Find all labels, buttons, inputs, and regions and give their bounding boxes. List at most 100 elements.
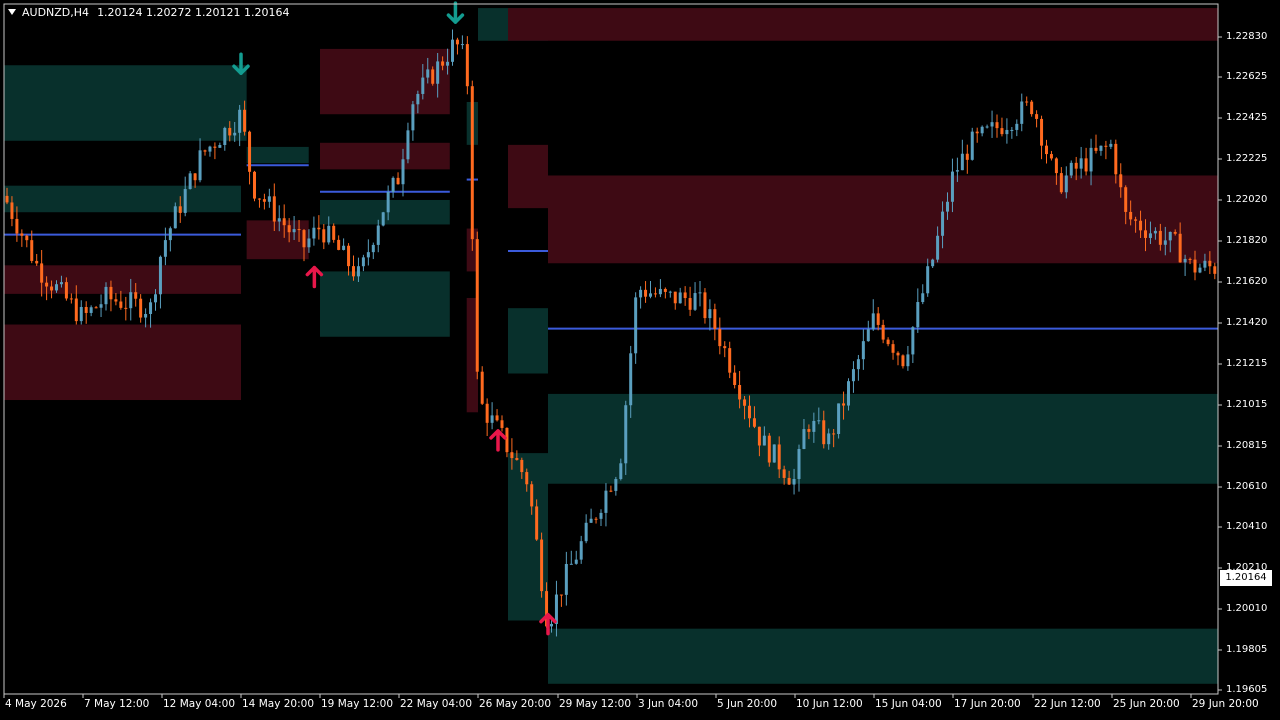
bear-candle — [25, 234, 29, 248]
bear-candle — [891, 340, 895, 360]
supply-zone — [4, 324, 241, 401]
bear-candle — [94, 305, 98, 309]
bear-candle — [703, 288, 707, 324]
bear-candle — [609, 485, 613, 493]
bear-candle — [124, 296, 128, 321]
bull-candle — [579, 535, 583, 564]
bull-candle — [916, 288, 920, 333]
demand-zone — [4, 65, 247, 141]
bull-candle — [218, 142, 222, 148]
bull-candle — [1020, 93, 1024, 132]
buy-arrow-icon — [305, 265, 324, 289]
bull-candle — [89, 305, 93, 317]
bull-candle — [599, 509, 603, 526]
bear-candle — [500, 415, 504, 432]
bear-candle — [262, 193, 266, 210]
bull-candle — [1015, 119, 1019, 137]
bear-candle — [965, 144, 969, 174]
time-axis-label: 4 May 2026 — [5, 698, 67, 710]
dropdown-triangle-icon[interactable] — [8, 9, 16, 15]
bear-candle — [20, 229, 24, 247]
bull-candle — [668, 290, 672, 298]
bear-candle — [881, 319, 885, 344]
demand-zone — [4, 185, 241, 213]
bull-candle — [406, 122, 410, 164]
time-axis-label: 7 May 12:00 — [84, 698, 150, 710]
buy-arrow-icon — [489, 429, 507, 452]
time-axis-label: 29 Jun 20:00 — [1192, 698, 1259, 710]
bear-candle — [332, 223, 336, 243]
supply-zone — [508, 144, 548, 209]
bear-candle — [713, 303, 717, 341]
bear-candle — [465, 36, 469, 95]
supply-zone — [508, 8, 548, 41]
price-axis-label: 1.19605 — [1226, 684, 1268, 695]
price-axis-label: 1.22425 — [1226, 112, 1268, 123]
bear-candle — [203, 149, 207, 156]
bull-candle — [634, 292, 638, 364]
bear-candle — [653, 287, 657, 298]
bull-candle — [173, 202, 177, 229]
bull-candle — [1079, 146, 1083, 179]
bull-candle — [376, 219, 380, 253]
bear-candle — [683, 286, 687, 306]
bull-candle — [267, 188, 271, 208]
bull-candle — [223, 126, 227, 151]
bull-candle — [312, 216, 316, 246]
bull-candle — [871, 299, 875, 331]
bull-candle — [569, 550, 573, 565]
price-axis-label: 1.21820 — [1226, 235, 1268, 246]
bull-candle — [411, 100, 415, 141]
bull-candle — [1109, 139, 1113, 150]
bear-candle — [213, 142, 217, 160]
price-axis-label: 1.21420 — [1226, 317, 1268, 328]
bull-candle — [490, 402, 494, 430]
bull-candle — [554, 580, 558, 637]
bull-candle — [921, 284, 925, 305]
bear-candle — [723, 341, 727, 358]
demand-zone — [548, 628, 1218, 684]
bear-candle — [1094, 134, 1098, 154]
bear-candle — [1035, 110, 1039, 128]
bear-candle — [470, 80, 474, 251]
bear-candle — [84, 301, 88, 324]
bear-candle — [1213, 262, 1217, 280]
time-axis-label: 22 Jun 12:00 — [1034, 698, 1101, 710]
bear-candle — [248, 130, 252, 185]
bear-candle — [322, 224, 326, 250]
bull-candle — [851, 361, 855, 393]
bear-candle — [1000, 117, 1004, 137]
bear-candle — [728, 341, 732, 379]
zones-layer — [4, 8, 1218, 684]
bear-candle — [485, 398, 489, 437]
bull-candle — [342, 238, 346, 251]
bull-candle — [589, 508, 593, 523]
bear-candle — [1045, 139, 1048, 164]
bull-candle — [604, 483, 608, 527]
bull-candle — [564, 551, 568, 606]
chart-canvas[interactable] — [0, 0, 1280, 720]
bull-candle — [366, 239, 370, 266]
bear-candle — [663, 287, 667, 299]
bull-candle — [678, 287, 682, 304]
bull-candle — [837, 403, 841, 439]
supply-zone — [320, 142, 450, 170]
bear-candle — [495, 409, 499, 422]
bull-candle — [911, 326, 915, 364]
bear-candle — [257, 198, 261, 208]
bull-candle — [658, 279, 662, 298]
bull-candle — [797, 444, 801, 492]
time-axis-label: 26 May 20:00 — [479, 698, 552, 710]
bull-candle — [926, 258, 930, 297]
bear-candle — [1104, 140, 1108, 160]
time-axis-label: 17 Jun 20:00 — [954, 698, 1021, 710]
demand-zone — [320, 199, 450, 225]
bull-candle — [451, 29, 454, 66]
bear-candle — [347, 243, 351, 276]
bull-candle — [861, 329, 865, 370]
price-axis-label: 1.22830 — [1226, 31, 1268, 42]
bear-candle — [1084, 147, 1088, 176]
bear-candle — [1025, 96, 1029, 106]
ohlc-values: 1.20124 1.20272 1.20121 1.20164 — [97, 5, 290, 19]
bear-candle — [594, 517, 598, 524]
